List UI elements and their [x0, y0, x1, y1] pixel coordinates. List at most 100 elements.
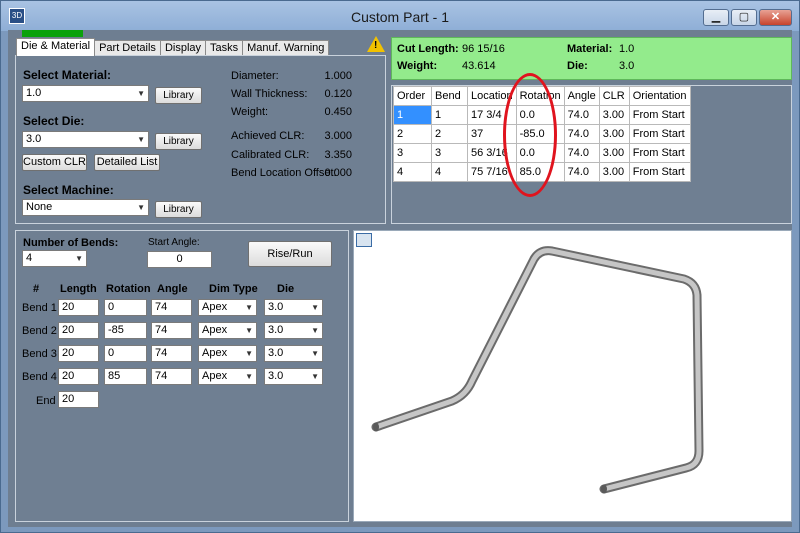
material-select[interactable]: 1.0 ▼ — [22, 85, 149, 102]
table-cell[interactable]: From Start — [628, 143, 691, 163]
close-button[interactable]: ✕ — [759, 9, 792, 26]
bend-1-label: Bend 1 — [22, 302, 57, 314]
table-cell[interactable]: 4 — [393, 162, 432, 182]
bend-2-rotation-input[interactable]: -85 — [104, 322, 147, 339]
chevron-down-icon: ▼ — [245, 349, 253, 358]
col-header-angle: Angle — [157, 283, 188, 295]
bend-4-length-input[interactable]: 20 — [58, 368, 99, 385]
bend-1-angle-input[interactable]: 74 — [151, 299, 192, 316]
table-cell[interactable]: 2 — [431, 124, 468, 144]
detailed-list-button[interactable]: Detailed List — [94, 154, 160, 171]
table-cell[interactable]: 74.0 — [563, 124, 600, 144]
chevron-down-icon: ▼ — [137, 203, 145, 212]
col-header-rotation: Rotation — [106, 283, 151, 295]
select-machine-label: Select Machine: — [23, 183, 114, 197]
bend-2-dim-type-select[interactable]: Apex ▼ — [198, 322, 257, 339]
tab-strip: Die & Material Part Details Display Task… — [16, 38, 330, 56]
bend-3-rotation-input[interactable]: 0 — [104, 345, 147, 362]
chevron-down-icon: ▼ — [137, 135, 145, 144]
table-cell[interactable]: 1 — [393, 105, 432, 125]
chevron-down-icon: ▼ — [75, 254, 83, 263]
select-material-label: Select Material: — [23, 68, 112, 82]
table-cell[interactable]: 74.0 — [563, 105, 600, 125]
table-cell[interactable]: 74.0 — [563, 162, 600, 182]
achieved-clr-value: 3.000 — [324, 130, 352, 142]
material-summary-value: 1.0 — [619, 43, 635, 55]
bend-3-dim-type-select[interactable]: Apex ▼ — [198, 345, 257, 362]
bend-2-angle-input[interactable]: 74 — [151, 322, 192, 339]
chevron-down-icon: ▼ — [245, 326, 253, 335]
number-of-bends-select[interactable]: 4 ▼ — [22, 250, 87, 267]
chevron-down-icon: ▼ — [245, 372, 253, 381]
bend-location-offset-value: 0.000 — [324, 167, 352, 179]
tab-die-material[interactable]: Die & Material — [16, 38, 96, 56]
3d-view[interactable] — [353, 230, 792, 522]
minimize-button[interactable]: ▁ — [703, 9, 729, 26]
cut-length-value: 96 15/16 — [462, 43, 505, 55]
col-angle[interactable]: Angle — [563, 86, 600, 106]
view-options-icon[interactable] — [356, 233, 372, 247]
bend-1-die-select[interactable]: 3.0 ▼ — [264, 299, 323, 316]
col-orientation[interactable]: Orientation — [628, 86, 691, 106]
die-select[interactable]: 3.0 ▼ — [22, 131, 149, 148]
table-cell[interactable]: From Start — [628, 105, 691, 125]
weight-summary-label: Weight: — [397, 60, 438, 72]
table-cell[interactable]: 3.00 — [598, 162, 630, 182]
wall-thickness-label: Wall Thickness: — [231, 88, 308, 100]
material-library-button[interactable]: Library — [155, 87, 202, 104]
table-cell[interactable]: 74.0 — [563, 143, 600, 163]
chevron-down-icon: ▼ — [311, 303, 319, 312]
table-cell[interactable]: 1 — [431, 105, 468, 125]
col-clr[interactable]: CLR — [598, 86, 630, 106]
bend-4-die-select[interactable]: 3.0 ▼ — [264, 368, 323, 385]
rise-run-button[interactable]: Rise/Run — [248, 241, 332, 267]
diameter-label: Diameter: — [231, 70, 279, 82]
table-cell[interactable]: 3 — [431, 143, 468, 163]
col-bend[interactable]: Bend — [431, 86, 468, 106]
table-cell[interactable]: 2 — [393, 124, 432, 144]
material-summary-label: Material: — [567, 43, 613, 55]
start-angle-input[interactable]: 0 — [147, 251, 212, 268]
table-cell[interactable]: 3.00 — [598, 105, 630, 125]
maximize-button[interactable]: ▢ — [731, 9, 757, 26]
end-label: End — [36, 395, 56, 407]
tab-display[interactable]: Display — [159, 40, 207, 56]
table-cell[interactable]: 4 — [431, 162, 468, 182]
bend-2-die-select[interactable]: 3.0 ▼ — [264, 322, 323, 339]
table-cell[interactable]: From Start — [628, 162, 691, 182]
tab-tasks[interactable]: Tasks — [205, 40, 244, 56]
wall-thickness-value: 0.120 — [324, 88, 352, 100]
end-length-input[interactable]: 20 — [58, 391, 99, 408]
table-cell[interactable]: 3.00 — [598, 143, 630, 163]
custom-clr-button[interactable]: Custom CLR — [22, 154, 87, 171]
col-order[interactable]: Order — [393, 86, 432, 106]
bend-1-length-input[interactable]: 20 — [58, 299, 99, 316]
achieved-clr-label: Achieved CLR: — [231, 130, 305, 142]
bend-4-dim-type-select[interactable]: Apex ▼ — [198, 368, 257, 385]
tab-manuf-warning[interactable]: Manuf. Warning — [242, 40, 330, 56]
machine-library-button[interactable]: Library — [155, 201, 202, 218]
die-library-button[interactable]: Library — [155, 133, 202, 150]
diameter-value: 1.000 — [324, 70, 352, 82]
table-cell[interactable]: From Start — [628, 124, 691, 144]
number-of-bends-label: Number of Bends: — [23, 237, 119, 249]
summary-panel: Cut Length: 96 15/16 Weight: 43.614 Mate… — [391, 37, 792, 80]
bend-1-rotation-input[interactable]: 0 — [104, 299, 147, 316]
tab-part-details[interactable]: Part Details — [94, 40, 161, 56]
table-cell[interactable]: 3.00 — [598, 124, 630, 144]
bend-3-label: Bend 3 — [22, 348, 57, 360]
col-header-dim-type: Dim Type — [209, 283, 258, 295]
die-summary-value: 3.0 — [619, 60, 635, 72]
bend-3-die-select[interactable]: 3.0 ▼ — [264, 345, 323, 362]
bend-3-length-input[interactable]: 20 — [58, 345, 99, 362]
bend-3-angle-input[interactable]: 74 — [151, 345, 192, 362]
bend-1-dim-type-select[interactable]: Apex ▼ — [198, 299, 257, 316]
col-header-die: Die — [277, 283, 295, 295]
machine-select[interactable]: None ▼ — [22, 199, 149, 216]
start-angle-label: Start Angle: — [148, 237, 200, 248]
bend-4-rotation-input[interactable]: 85 — [104, 368, 147, 385]
bend-4-angle-input[interactable]: 74 — [151, 368, 192, 385]
bend-2-length-input[interactable]: 20 — [58, 322, 99, 339]
progress-indicator — [22, 30, 83, 37]
table-cell[interactable]: 3 — [393, 143, 432, 163]
